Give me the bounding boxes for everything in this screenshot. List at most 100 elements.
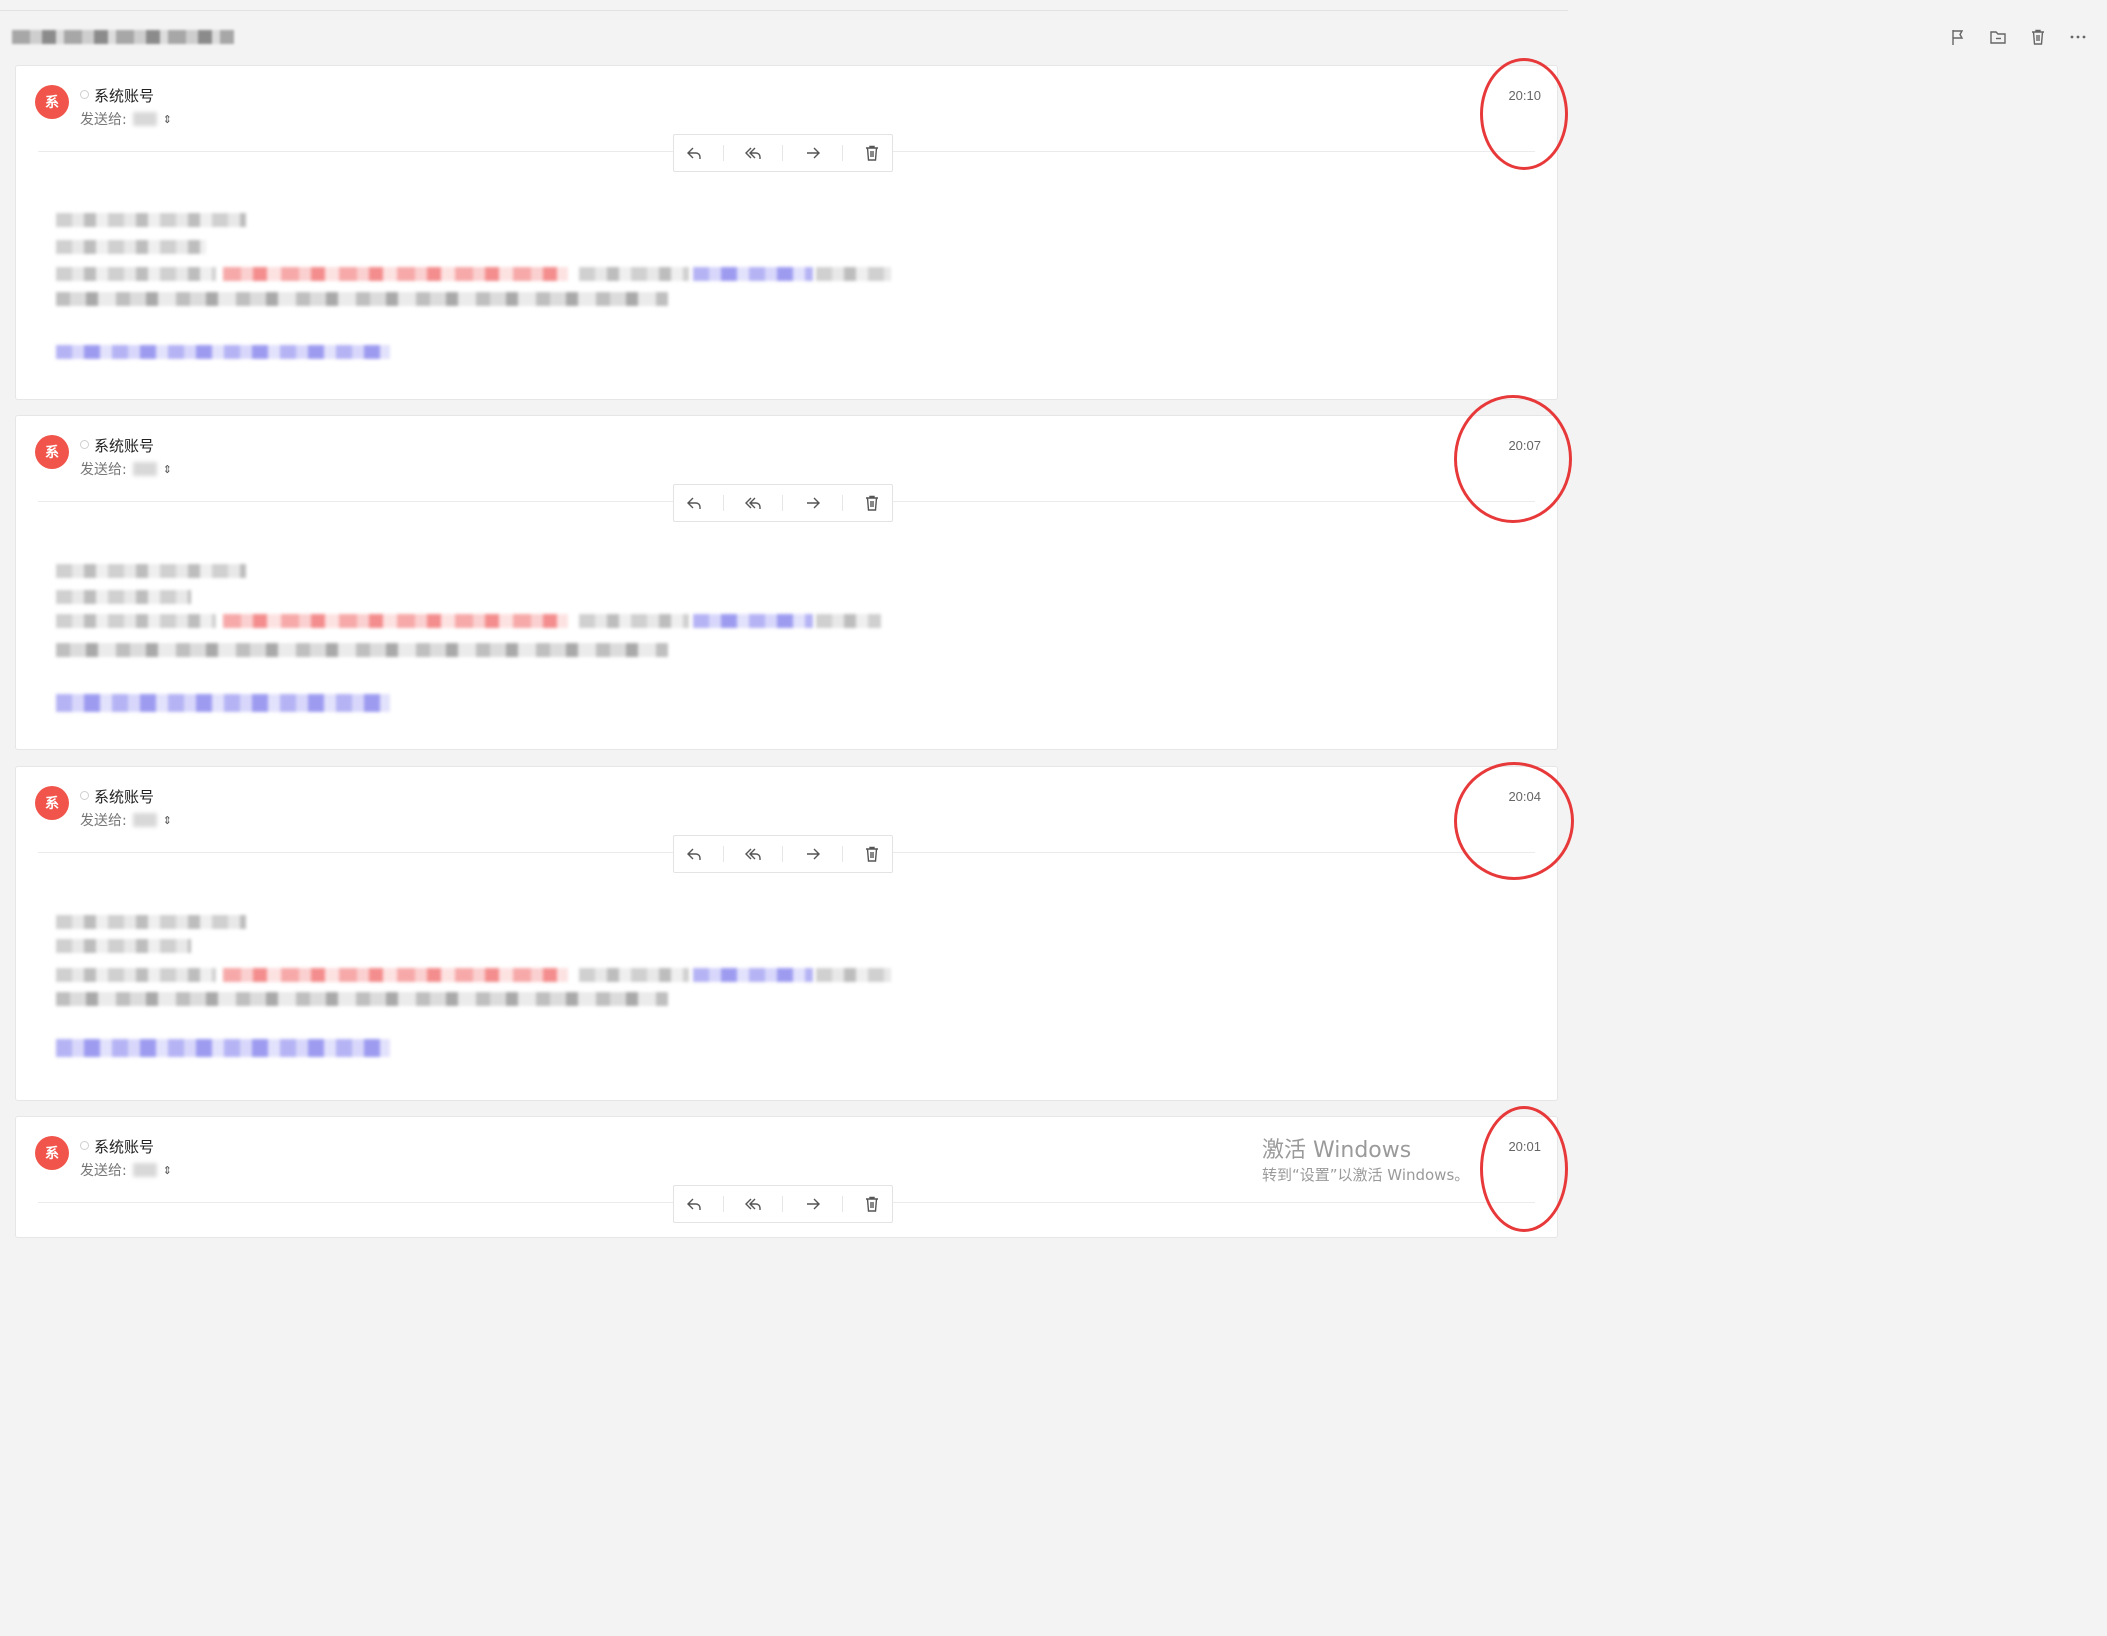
recipient-redacted [132,813,157,827]
sender-name[interactable]: 系统账号 [94,786,154,807]
recipient-redacted [132,462,157,476]
message-time: 20:04 [1508,789,1541,804]
message-actions [673,134,893,172]
delete-icon[interactable] [862,493,882,513]
action-separator [722,846,724,862]
avatar: 系 [35,435,69,469]
more-icon[interactable] [2069,28,2087,46]
avatar: 系 [35,1136,69,1170]
expand-recipients-icon[interactable]: ⇕ [163,815,172,826]
reply-icon[interactable] [684,844,704,864]
body-link-redacted [693,267,813,281]
recipient-line[interactable]: 发送给: ⇕ [80,1160,172,1180]
body-text-redacted [56,939,191,953]
expand-recipients-icon[interactable]: ⇕ [163,464,172,475]
message-time: 20:10 [1508,88,1541,103]
message-actions [673,835,893,873]
recipient-label: 发送给: [80,1163,127,1179]
body-text-redacted [56,915,246,929]
body-link-redacted[interactable] [56,694,390,712]
body-text-redacted [56,643,668,657]
watermark-subtitle: 转到“设置”以激活 Windows。 [1262,1166,1470,1184]
email-message[interactable]: 系 系统账号 发送给: ⇕ 20:04 [15,766,1558,1101]
sender-name[interactable]: 系统账号 [94,1136,154,1157]
sender-name[interactable]: 系统账号 [94,85,154,106]
body-link-redacted [693,614,813,628]
watermark-title: 激活 Windows [1262,1138,1412,1163]
message-actions [673,1185,893,1223]
sender-name[interactable]: 系统账号 [94,435,154,456]
reply-icon[interactable] [684,143,704,163]
recipient-line[interactable]: 发送给: ⇕ [80,109,172,129]
delete-icon[interactable] [862,143,882,163]
body-text-redacted [56,292,668,306]
body-text-redacted [56,240,206,254]
body-text-redacted [56,968,216,982]
recipient-redacted [132,1163,157,1177]
body-text-redacted [816,614,881,628]
email-message[interactable]: 系 系统账号 发送给: ⇕ 20:07 [15,415,1558,750]
body-text-redacted [816,267,891,281]
read-status-dot [80,90,89,99]
reply-icon[interactable] [684,1194,704,1214]
recipient-label: 发送给: [80,112,127,128]
flag-icon[interactable] [1949,28,1967,46]
email-message[interactable]: 系 系统账号 发送给: ⇕ 20:10 [15,65,1558,400]
forward-icon[interactable] [803,844,823,864]
email-toolbar [1949,24,2087,50]
recipient-label: 发送给: [80,462,127,478]
action-separator [842,495,844,511]
forward-icon[interactable] [803,493,823,513]
body-text-redacted [816,968,891,982]
action-separator [782,1196,784,1212]
trash-icon[interactable] [2029,28,2047,46]
body-text-redacted [56,267,216,281]
body-link-redacted [693,968,813,982]
body-text-redacted [56,614,216,628]
email-subject-redacted [12,30,234,44]
avatar: 系 [35,786,69,820]
expand-recipients-icon[interactable]: ⇕ [163,114,172,125]
move-to-folder-icon[interactable] [1989,28,2007,46]
action-separator [842,1196,844,1212]
body-highlight-redacted [223,614,568,628]
message-time: 20:07 [1508,438,1541,453]
body-text-redacted [56,213,246,227]
reply-all-icon[interactable] [743,493,763,513]
message-time: 20:01 [1508,1139,1541,1154]
recipient-line[interactable]: 发送给: ⇕ [80,459,172,479]
reply-all-icon[interactable] [743,1194,763,1214]
reply-all-icon[interactable] [743,143,763,163]
body-link-redacted[interactable] [56,1039,390,1057]
body-text-redacted [56,992,668,1006]
body-text-redacted [56,590,191,604]
forward-icon[interactable] [803,1194,823,1214]
action-separator [782,846,784,862]
action-separator [842,846,844,862]
action-separator [722,1196,724,1212]
delete-icon[interactable] [862,1194,882,1214]
read-status-dot [80,1141,89,1150]
delete-icon[interactable] [862,844,882,864]
forward-icon[interactable] [803,143,823,163]
body-link-redacted[interactable] [56,345,390,359]
action-separator [722,495,724,511]
action-separator [782,145,784,161]
body-text-redacted [579,614,689,628]
body-highlight-redacted [223,968,568,982]
body-text-redacted [579,267,689,281]
body-highlight-redacted [223,267,568,281]
reply-icon[interactable] [684,493,704,513]
expand-recipients-icon[interactable]: ⇕ [163,1165,172,1176]
recipient-line[interactable]: 发送给: ⇕ [80,810,172,830]
reply-all-icon[interactable] [743,844,763,864]
body-text-redacted [579,968,689,982]
action-separator [782,495,784,511]
action-separator [842,145,844,161]
top-border [0,10,1568,11]
read-status-dot [80,791,89,800]
action-separator [722,145,724,161]
recipient-redacted [132,112,157,126]
recipient-label: 发送给: [80,813,127,829]
message-actions [673,484,893,522]
